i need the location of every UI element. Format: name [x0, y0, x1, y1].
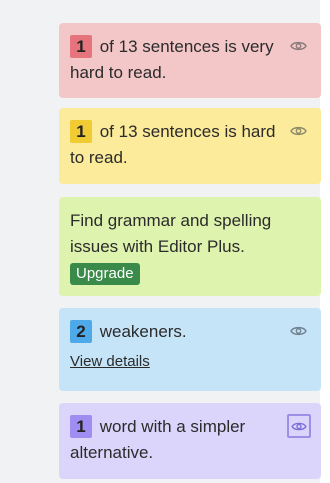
- eye-icon[interactable]: [289, 37, 307, 55]
- count-badge: 1: [70, 35, 92, 58]
- eye-icon[interactable]: [287, 414, 311, 438]
- editor-plus-card: Find grammar and spelling issues with Ed…: [59, 197, 321, 296]
- card-text: of 13 sentences is very hard to read.: [70, 37, 274, 82]
- card-text: Find grammar and spelling issues with Ed…: [70, 211, 272, 256]
- count-badge: 1: [70, 120, 92, 143]
- upgrade-button[interactable]: Upgrade: [70, 263, 140, 285]
- count-badge: 2: [70, 320, 92, 343]
- simpler-alternative-card[interactable]: 1 word with a simpler alternative.: [59, 403, 321, 479]
- view-details-link[interactable]: View details: [70, 349, 150, 375]
- count-badge: 1: [70, 415, 92, 438]
- right-edge-strip: [320, 0, 330, 483]
- hard-sentences-card[interactable]: 1 of 13 sentences is hard to read.: [59, 108, 321, 184]
- clipped-previous-card: · ·: [60, 0, 320, 10]
- card-text: weakeners.: [95, 322, 187, 341]
- eye-icon[interactable]: [289, 322, 307, 340]
- weakeners-card[interactable]: 2 weakeners. View details: [59, 308, 321, 391]
- very-hard-sentences-card[interactable]: 1 of 13 sentences is very hard to read.: [59, 23, 321, 98]
- card-text: word with a simpler alternative.: [70, 417, 246, 462]
- eye-icon[interactable]: [289, 122, 307, 140]
- clipped-text-fragment: · ·: [108, 0, 127, 6]
- card-text: of 13 sentences is hard to read.: [70, 122, 276, 167]
